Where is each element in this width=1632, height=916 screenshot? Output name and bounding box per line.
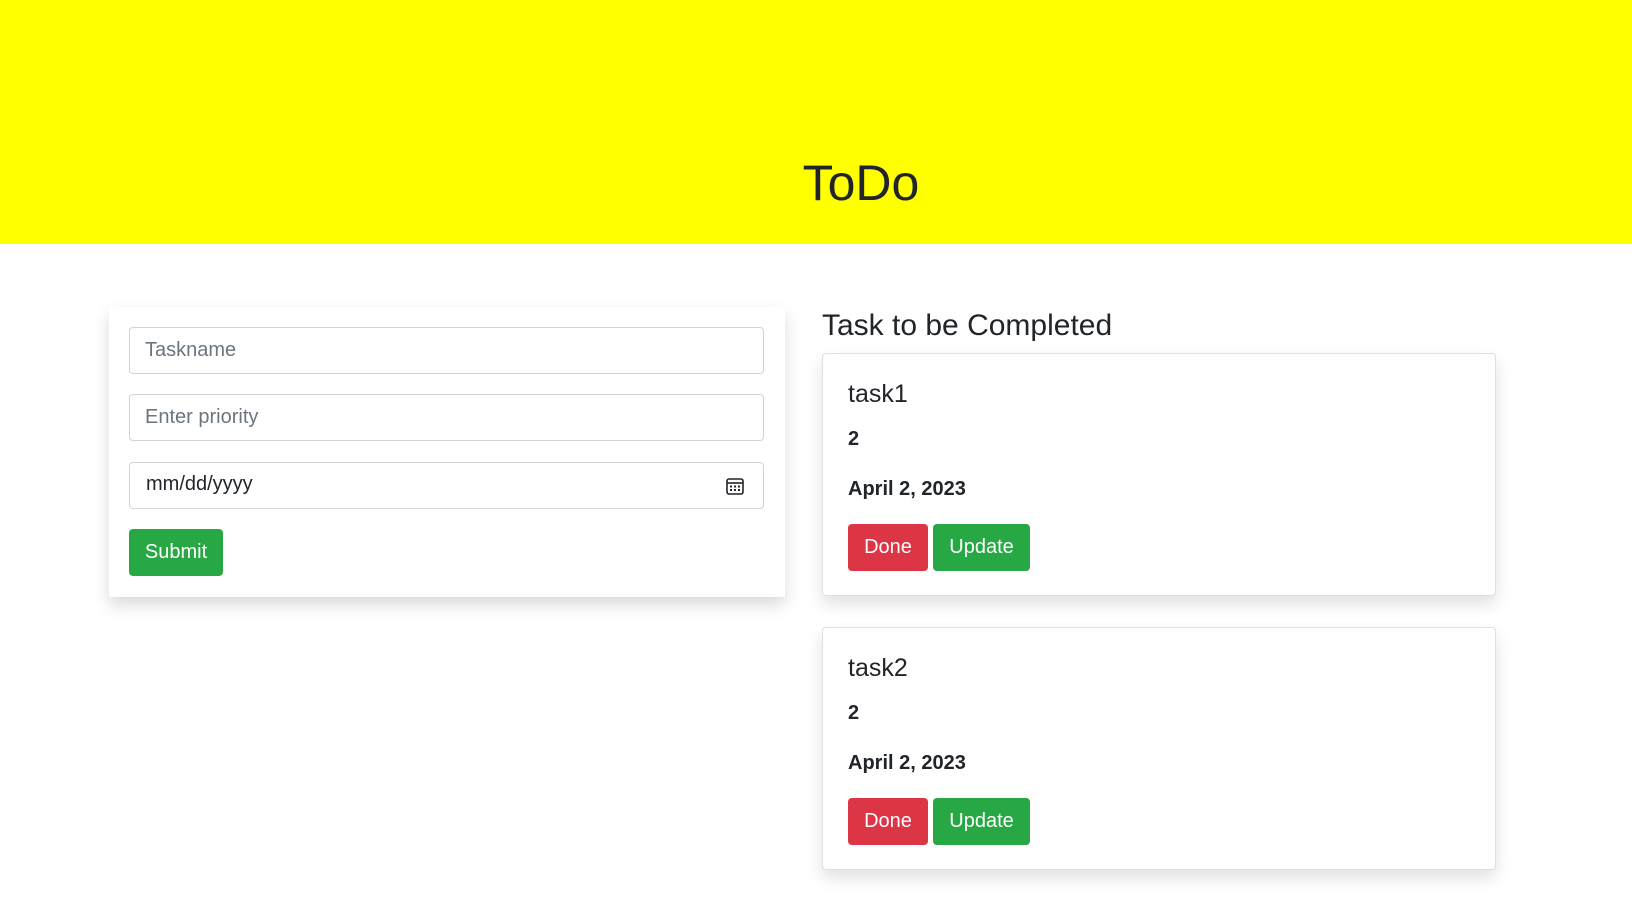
taskname-input[interactable] [129, 327, 764, 374]
task-date: April 2, 2023 [848, 752, 966, 774]
task-card: task1 2 April 2, 2023 Done Update [822, 353, 1496, 596]
update-button[interactable]: Update [933, 524, 1030, 571]
task-date: April 2, 2023 [848, 478, 966, 500]
done-button[interactable]: Done [848, 524, 928, 571]
done-button[interactable]: Done [848, 798, 928, 845]
task-name: task2 [848, 654, 908, 682]
update-button[interactable]: Update [933, 798, 1030, 845]
task-name: task1 [848, 380, 908, 408]
tasks-section-title: Task to be Completed [822, 309, 1113, 342]
submit-button[interactable]: Submit [129, 529, 223, 576]
calendar-icon[interactable] [725, 476, 745, 496]
task-card: task2 2 April 2, 2023 Done Update [822, 627, 1496, 870]
priority-input[interactable] [129, 394, 764, 441]
header-banner: ToDo [0, 0, 1632, 244]
date-placeholder: mm/dd/yyyy [146, 473, 253, 495]
task-priority: 2 [848, 702, 860, 724]
task-priority: 2 [848, 428, 860, 450]
date-input[interactable]: mm/dd/yyyy [129, 462, 764, 509]
page-title: ToDo [802, 155, 920, 211]
task-form: mm/dd/yyyy Submit [109, 307, 785, 597]
